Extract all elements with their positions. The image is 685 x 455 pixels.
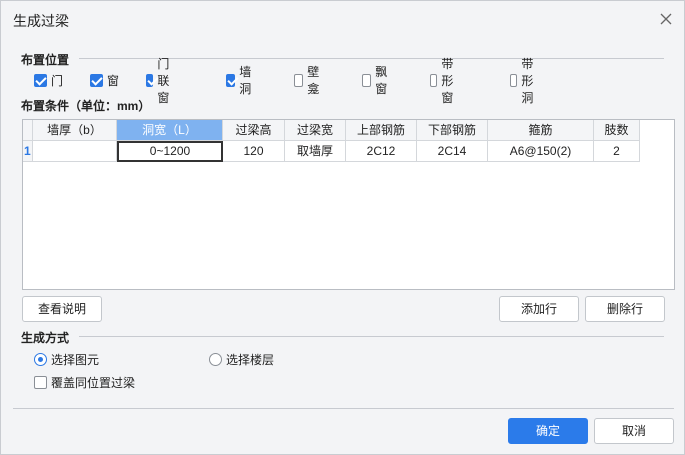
table-header: 墙厚（b） 洞宽（L） 过梁高 过梁宽 上部钢筋 下部钢筋 箍筋 肢数 bbox=[23, 120, 640, 141]
option-strip-window[interactable]: 带形窗 bbox=[430, 57, 459, 105]
table-row[interactable]: 1 0~1200 120 取墙厚 2C12 2C14 A6@150(2) 2 bbox=[23, 141, 640, 162]
table-cell[interactable]: 2C12 bbox=[346, 141, 417, 162]
table-cell[interactable]: 2C14 bbox=[417, 141, 488, 162]
table-cell[interactable]: 取墙厚 bbox=[285, 141, 346, 162]
select-element-radio[interactable]: 选择图元 bbox=[34, 350, 99, 368]
radio-indicator[interactable] bbox=[34, 352, 47, 366]
niche-checkbox[interactable] bbox=[294, 73, 304, 87]
overwrite-lintel-option[interactable]: 覆盖同位置过梁 bbox=[34, 373, 135, 391]
option-niche[interactable]: 壁龛 bbox=[294, 65, 323, 96]
bay-window-checkbox[interactable] bbox=[362, 73, 372, 87]
delete-row-button[interactable]: 删除行 bbox=[585, 296, 665, 322]
option-label: 墙洞 bbox=[239, 65, 252, 96]
add-row-button[interactable]: 添加行 bbox=[499, 296, 579, 322]
option-label: 壁龛 bbox=[307, 65, 320, 96]
radio-label: 选择图元 bbox=[51, 352, 100, 367]
table-cell[interactable] bbox=[33, 141, 117, 162]
option-label: 带形窗 bbox=[441, 56, 454, 105]
row-number-header bbox=[23, 120, 33, 141]
column-header[interactable]: 过梁高 bbox=[223, 120, 285, 141]
door-checkbox[interactable] bbox=[34, 73, 47, 87]
option-label: 门联窗 bbox=[157, 56, 170, 105]
generate-section-label: 生成方式 bbox=[21, 331, 70, 345]
row-number[interactable]: 1 bbox=[23, 141, 33, 162]
cancel-button[interactable]: 取消 bbox=[594, 418, 674, 444]
option-bay-window[interactable]: 飘窗 bbox=[362, 65, 391, 96]
view-help-button[interactable]: 查看说明 bbox=[22, 296, 102, 322]
option-door[interactable]: 门 bbox=[34, 71, 63, 89]
overwrite-label: 覆盖同位置过梁 bbox=[51, 375, 136, 390]
column-header[interactable]: 下部钢筋 bbox=[417, 120, 488, 141]
table-cell[interactable]: 120 bbox=[223, 141, 285, 162]
strip-opening-checkbox[interactable] bbox=[510, 73, 518, 87]
table-cell[interactable]: A6@150(2) bbox=[488, 141, 594, 162]
option-strip-opening[interactable]: 带形洞 bbox=[510, 57, 539, 105]
table-cell[interactable]: 2 bbox=[594, 141, 640, 162]
selected-cell[interactable]: 0~1200 bbox=[117, 141, 223, 162]
option-door-window[interactable]: 门联窗 bbox=[146, 57, 175, 105]
footer-divider bbox=[13, 408, 674, 409]
option-label: 门 bbox=[51, 73, 64, 88]
close-icon[interactable] bbox=[658, 11, 674, 27]
option-label: 带形洞 bbox=[521, 56, 534, 105]
door-window-checkbox[interactable] bbox=[146, 73, 154, 87]
title-bar: 生成过梁 bbox=[1, 1, 684, 41]
option-window[interactable]: 窗 bbox=[90, 71, 119, 89]
select-floor-radio[interactable]: 选择楼层 bbox=[209, 350, 274, 368]
wall-opening-checkbox[interactable] bbox=[226, 73, 236, 87]
placement-section-label: 布置位置 bbox=[21, 53, 70, 67]
dialog-title: 生成过梁 bbox=[13, 13, 69, 29]
column-header[interactable]: 箍筋 bbox=[488, 120, 594, 141]
column-header[interactable]: 墙厚（b） bbox=[33, 120, 117, 141]
option-label: 窗 bbox=[107, 73, 120, 88]
option-label: 飘窗 bbox=[375, 65, 388, 96]
column-header[interactable]: 肢数 bbox=[594, 120, 640, 141]
column-header[interactable]: 过梁宽 bbox=[285, 120, 346, 141]
ok-button[interactable]: 确定 bbox=[508, 418, 588, 444]
window-checkbox[interactable] bbox=[90, 73, 103, 87]
generate-divider bbox=[79, 336, 664, 337]
radio-indicator[interactable] bbox=[209, 352, 222, 366]
conditions-table: 墙厚（b） 洞宽（L） 过梁高 过梁宽 上部钢筋 下部钢筋 箍筋 肢数 1 0~… bbox=[22, 119, 675, 290]
generate-lintel-dialog: 生成过梁 布置位置 门 窗 门联窗 墙洞 壁龛 飘窗 带形窗 带形洞 布置条件（… bbox=[0, 0, 685, 455]
column-header[interactable]: 上部钢筋 bbox=[346, 120, 417, 141]
strip-window-checkbox[interactable] bbox=[430, 73, 438, 87]
overwrite-checkbox[interactable] bbox=[34, 375, 47, 389]
radio-label: 选择楼层 bbox=[226, 352, 275, 367]
column-header-active[interactable]: 洞宽（L） bbox=[117, 120, 223, 141]
conditions-section-label: 布置条件（单位：mm） bbox=[21, 99, 151, 113]
option-wall-opening[interactable]: 墙洞 bbox=[226, 65, 255, 96]
